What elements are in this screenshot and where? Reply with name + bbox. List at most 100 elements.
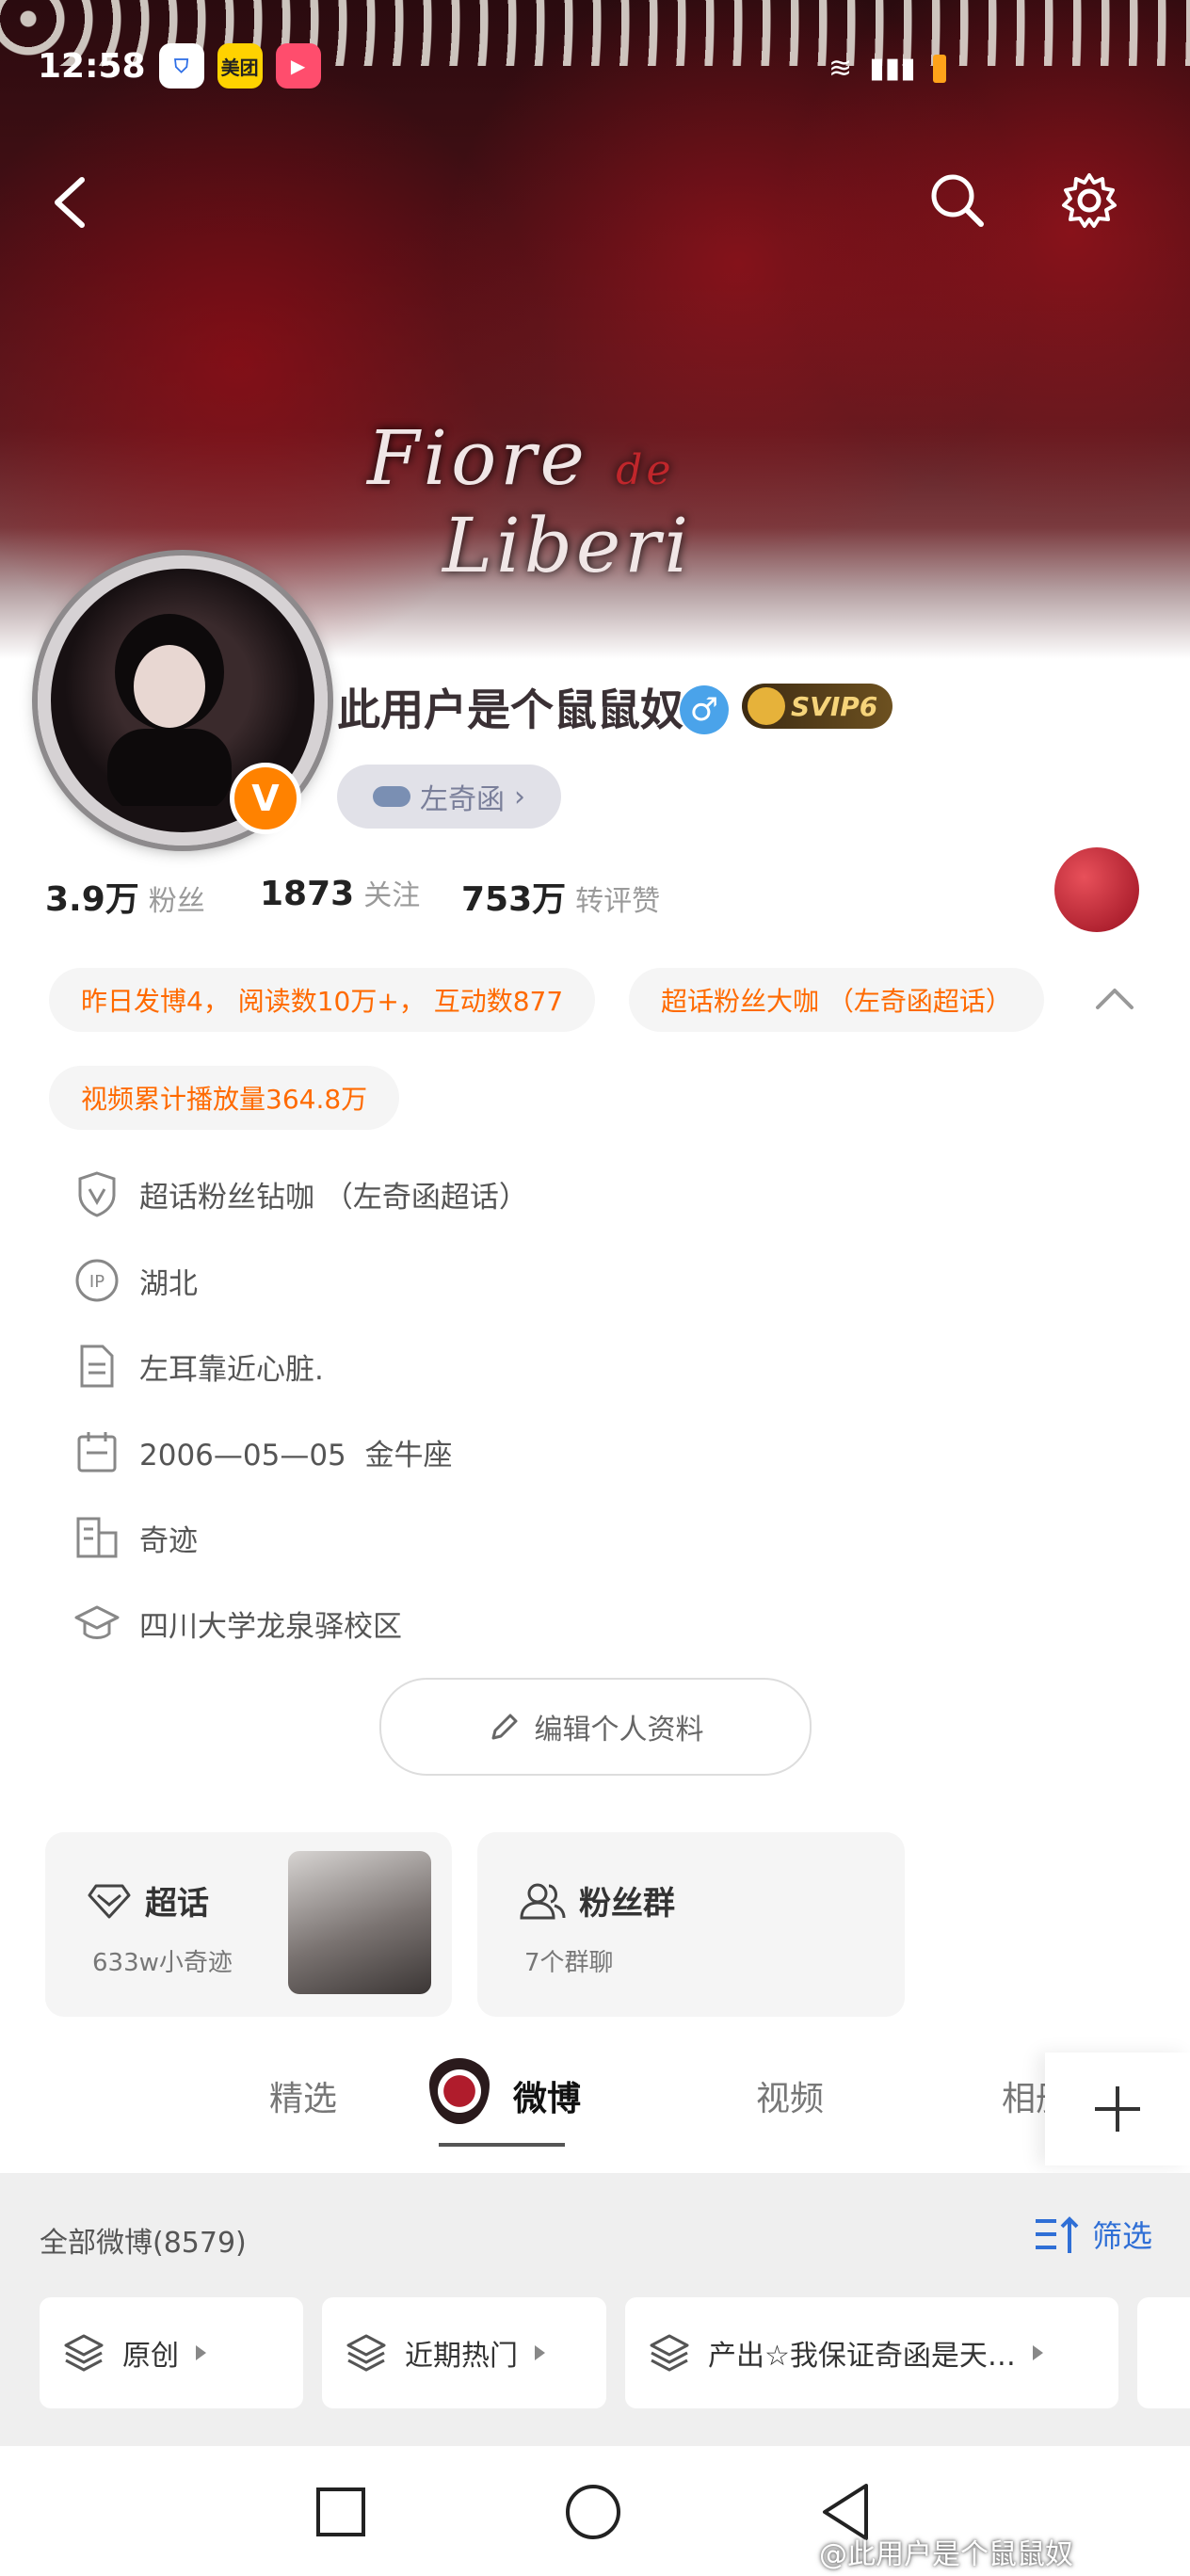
signal-icon: ▮▮▮ [869, 52, 916, 85]
filter-original[interactable]: 原创 [40, 2297, 303, 2408]
gear-icon [1062, 173, 1117, 228]
fan-group-card-header: 粉丝群 [519, 1877, 675, 1924]
activity-chip[interactable]: 昨日发博4， 阅读数10万+， 互动数877 [49, 968, 596, 1032]
info-row-supertopic: 超话粉丝钻咖 （左奇函超话） [73, 1166, 528, 1222]
supertopic-card-header: 超话 [87, 1877, 209, 1924]
add-tab-button[interactable] [1045, 2053, 1190, 2165]
calendar-icon [73, 1428, 121, 1475]
stat-label: 关注 [363, 879, 421, 912]
supertopic-card[interactable]: 超话 633w小奇迹 [45, 1832, 452, 2017]
filter-label: 产出☆我保证奇函是天… [708, 2340, 1016, 2373]
stat-value: 753万 [461, 880, 567, 919]
edit-profile-label: 编辑个人资料 [534, 1714, 704, 1747]
filter-recent-hot[interactable]: 近期热门 [322, 2297, 606, 2408]
info-row-bio: 左耳靠近心脏. [73, 1338, 324, 1394]
filter-button[interactable]: 筛选 [1034, 2213, 1152, 2256]
caret-right-icon [196, 2345, 206, 2360]
svip-badge[interactable]: SVIP6 [742, 684, 893, 729]
username: 此用户是个鼠鼠奴 [337, 684, 683, 735]
filter-custom-group[interactable]: 产出☆我保证奇函是天… [625, 2297, 1118, 2408]
tab-featured[interactable]: 精选 [269, 2071, 337, 2120]
status-time: 12:58 [38, 46, 146, 86]
filter-label: 近期热门 [405, 2340, 518, 2373]
wifi-icon: ≋ [828, 52, 853, 85]
fan-group-title: 粉丝群 [579, 1885, 675, 1923]
filter-more-partial[interactable] [1137, 2297, 1190, 2408]
status-right-icons: ≋ ▮▮▮ [828, 52, 946, 85]
back-button[interactable] [36, 169, 102, 235]
pencil-icon [491, 1714, 517, 1740]
layers-icon [64, 2334, 104, 2372]
plus-icon [1095, 2086, 1140, 2132]
status-bar: 12:58 ⛉ 美团 ▶ [38, 42, 321, 89]
svg-text:IP: IP [89, 1272, 105, 1292]
graduation-cap-icon [73, 1600, 121, 1647]
banner-title-de: de [616, 446, 675, 494]
stat-label: 转评赞 [575, 885, 661, 918]
sort-filter-icon [1036, 2216, 1079, 2253]
stat-label: 粉丝 [148, 885, 205, 918]
banner-title-sub: Liberi [442, 502, 693, 589]
shield-icon: ⛉ [158, 43, 204, 89]
banner-artwork-title: Fiore de Liberi [367, 414, 692, 589]
collapse-button[interactable] [1092, 979, 1137, 1021]
supertopic-subtitle: 633w小奇迹 [92, 1949, 233, 1977]
battery-icon [932, 54, 946, 83]
stat-value: 1873 [260, 875, 355, 913]
stat-reposts-comments-likes[interactable]: 753万 转评赞 [461, 872, 660, 921]
tab-active-indicator [439, 2143, 565, 2147]
search-icon [931, 174, 984, 227]
company-icon [73, 1514, 121, 1561]
stat-followers[interactable]: 3.9万 粉丝 [45, 872, 205, 921]
video-app-icon: ▶ [275, 43, 321, 89]
tab-album[interactable]: 相册 [1002, 2071, 1045, 2120]
fan-group-card[interactable]: 粉丝群 7个群聊 [477, 1832, 905, 2017]
fish-icon [373, 786, 410, 807]
info-row-birthday: 2006—05—05 金牛座 [73, 1424, 453, 1480]
info-text: 湖北 [139, 1266, 198, 1301]
svip-label: SVIP6 [791, 690, 878, 722]
info-text: 奇迹 [139, 1523, 198, 1558]
caret-right-icon [1032, 2345, 1043, 2360]
ip-icon: IP [73, 1257, 121, 1304]
apple-decoration [1054, 847, 1139, 932]
info-text: 超话粉丝钻咖 （左奇函超话） [139, 1180, 528, 1215]
verified-badge: V [230, 763, 301, 834]
supertopic-tag-pill[interactable]: 左奇函 › [337, 765, 561, 829]
supertopic-fan-chip[interactable]: 超话粉丝大咖 （左奇函超话） [629, 968, 1044, 1032]
watermark: @此用户是个鼠鼠奴 [819, 2538, 1073, 2571]
heart-ornament-icon [429, 2058, 490, 2124]
filter-label: 筛选 [1092, 2218, 1153, 2254]
info-text: 四川大学龙泉驿校区 [139, 1609, 402, 1644]
info-row-ip: IP 湖北 [73, 1252, 198, 1309]
edit-profile-button[interactable]: 编辑个人资料 [379, 1678, 812, 1776]
search-button[interactable] [925, 168, 990, 233]
group-icon [520, 1883, 566, 1919]
tab-video[interactable]: 视频 [756, 2071, 824, 2120]
video-plays-chip[interactable]: 视频累计播放量364.8万 [49, 1066, 400, 1130]
tab-weibo[interactable]: 微博 [513, 2071, 581, 2120]
stat-following[interactable]: 1873 关注 [260, 872, 420, 913]
supertopic-thumbnail [288, 1851, 431, 1994]
banner-title-main: Fiore [367, 414, 588, 502]
stat-value: 3.9万 [45, 880, 139, 919]
document-icon [73, 1343, 121, 1390]
chevron-up-icon [1096, 989, 1134, 1009]
info-text: 左耳靠近心脏. [139, 1352, 324, 1387]
crown-icon [748, 687, 785, 725]
settings-button[interactable] [1056, 168, 1122, 233]
layers-icon [346, 2334, 386, 2372]
tag-label: 左奇函 [420, 783, 505, 816]
home-button[interactable] [564, 2483, 622, 2545]
layers-icon [650, 2334, 689, 2372]
square-icon [316, 2487, 365, 2536]
recent-apps-button[interactable] [314, 2486, 367, 2542]
filter-label: 原创 [122, 2340, 179, 2373]
meituan-icon: 美团 [217, 43, 263, 89]
shield-v-icon [73, 1170, 121, 1217]
diamond-icon [88, 1884, 131, 1918]
supertopic-title: 超话 [145, 1885, 209, 1923]
caret-right-icon [535, 2345, 545, 2360]
info-row-company: 奇迹 [73, 1509, 198, 1566]
circle-icon [566, 2485, 620, 2539]
